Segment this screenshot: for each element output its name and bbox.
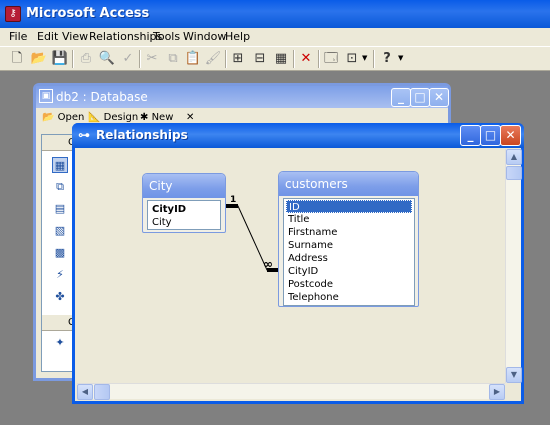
paste-icon[interactable]: 📋 bbox=[184, 50, 202, 68]
minimize-button[interactable]: _ bbox=[460, 125, 481, 146]
menu-view[interactable]: View bbox=[62, 30, 88, 43]
table-city[interactable]: City CityID City bbox=[142, 173, 226, 233]
scroll-down-icon[interactable]: ▼ bbox=[506, 367, 522, 383]
relationships-title: Relationships bbox=[96, 128, 188, 142]
field-item[interactable]: Title bbox=[286, 213, 412, 226]
forms-icon[interactable]: ▤ bbox=[52, 201, 68, 217]
app-titlebar: ⚷ Microsoft Access bbox=[0, 0, 550, 28]
relationship-many-label: ∞ bbox=[263, 257, 273, 271]
delete-icon[interactable]: ✕ bbox=[297, 50, 315, 68]
show-direct-icon[interactable]: ⊟ bbox=[251, 50, 269, 68]
vertical-scrollbar[interactable]: ▲ ▼ bbox=[505, 149, 522, 383]
toolbar-separator bbox=[373, 50, 375, 68]
relationship-one-label: 1 bbox=[230, 195, 237, 205]
toolbar: 🗋 📂 💾 ⎙ 🔍 ✓ ✂ ⧉ 📋 🖌 ⊞ ⊟ ▦ ✕ 🗔 ⊡ ▼ ? ▼ bbox=[0, 46, 550, 71]
new-icon[interactable]: 🗋 bbox=[8, 50, 26, 68]
scroll-up-icon[interactable]: ▲ bbox=[506, 149, 522, 165]
field-list: ID Title Firstname Surname Address CityI… bbox=[283, 198, 415, 306]
reports-icon[interactable]: ▧ bbox=[52, 223, 68, 239]
app-title: Microsoft Access bbox=[26, 6, 150, 21]
scroll-right-icon[interactable]: ▶ bbox=[489, 384, 505, 400]
show-table-icon[interactable]: ⊞ bbox=[229, 50, 247, 68]
table-title[interactable]: City bbox=[143, 174, 225, 198]
database-window-title: db2 : Database bbox=[56, 90, 148, 104]
toolbar-separator bbox=[318, 50, 320, 68]
database-icon: ▣ bbox=[39, 89, 53, 103]
table-customers[interactable]: customers ID Title Firstname Surname Add… bbox=[278, 171, 419, 307]
horizontal-scrollbar[interactable]: ◀ ▶ bbox=[77, 383, 505, 400]
help-dropdown-icon[interactable]: ▼ bbox=[398, 55, 405, 62]
database-window-icon[interactable]: 🗔 bbox=[322, 50, 340, 68]
table-title[interactable]: customers bbox=[279, 172, 418, 196]
vertical-scroll-thumb[interactable] bbox=[506, 166, 522, 180]
menu-edit[interactable]: Edit bbox=[37, 30, 58, 43]
open-button[interactable]: 📂 Open bbox=[42, 112, 84, 123]
menu-window[interactable]: Window bbox=[183, 30, 226, 43]
relationships-canvas[interactable]: 1 ∞ City CityID City customers ID Title … bbox=[77, 149, 503, 383]
access-key-icon[interactable]: ⚷ bbox=[5, 6, 21, 22]
new-object-dropdown-icon[interactable]: ▼ bbox=[362, 55, 369, 62]
design-button[interactable]: 📐 Design bbox=[88, 112, 138, 123]
minimize-button[interactable]: _ bbox=[391, 88, 411, 107]
field-item[interactable]: City bbox=[150, 216, 218, 229]
print-preview-icon[interactable]: 🔍 bbox=[98, 50, 116, 68]
new-object-icon[interactable]: ⊡ bbox=[343, 50, 361, 68]
menubar: File Edit View Relationships Tools Windo… bbox=[0, 28, 550, 46]
field-item[interactable]: Firstname bbox=[286, 226, 412, 239]
new-button[interactable]: ✱ New bbox=[140, 112, 173, 123]
close-button[interactable]: ✕ bbox=[429, 88, 449, 107]
open-icon[interactable]: 📂 bbox=[30, 50, 48, 68]
toolbar-separator bbox=[72, 50, 74, 68]
field-item[interactable]: Telephone bbox=[286, 291, 412, 304]
save-icon[interactable]: 💾 bbox=[51, 50, 69, 68]
pages-icon[interactable]: ▩ bbox=[52, 245, 68, 261]
menu-tools[interactable]: Tools bbox=[153, 30, 180, 43]
field-item[interactable]: Surname bbox=[286, 239, 412, 252]
horizontal-scroll-thumb[interactable] bbox=[94, 384, 110, 400]
toolbar-separator bbox=[225, 50, 227, 68]
field-item[interactable]: CityID bbox=[286, 265, 412, 278]
field-item[interactable]: Postcode bbox=[286, 278, 412, 291]
menu-help[interactable]: Help bbox=[225, 30, 250, 43]
show-all-icon[interactable]: ▦ bbox=[272, 50, 290, 68]
toolbar-separator bbox=[293, 50, 295, 68]
scrollbar-corner bbox=[505, 383, 521, 399]
macros-icon[interactable]: ⚡ bbox=[52, 267, 68, 283]
print-icon[interactable]: ⎙ bbox=[77, 50, 95, 68]
field-item[interactable]: ID bbox=[286, 200, 412, 213]
cut-icon[interactable]: ✂ bbox=[143, 50, 161, 68]
relationships-icon: ⊶ bbox=[78, 128, 90, 142]
field-list: CityID City bbox=[147, 200, 221, 230]
spelling-icon[interactable]: ✓ bbox=[119, 50, 137, 68]
tables-icon[interactable]: ▦ bbox=[52, 157, 68, 173]
copy-icon[interactable]: ⧉ bbox=[164, 50, 182, 68]
queries-icon[interactable]: ⧉ bbox=[52, 179, 68, 195]
field-item[interactable]: CityID bbox=[150, 203, 218, 216]
delete-icon[interactable]: ✕ bbox=[186, 112, 194, 123]
database-window-titlebar[interactable]: ▣ db2 : Database _ □ ✕ bbox=[36, 86, 449, 108]
close-button[interactable]: ✕ bbox=[500, 125, 521, 146]
toolbar-separator bbox=[139, 50, 141, 68]
modules-icon[interactable]: ✤ bbox=[52, 289, 68, 305]
menu-relationships[interactable]: Relationships bbox=[89, 30, 162, 43]
field-item[interactable]: Address bbox=[286, 252, 412, 265]
help-icon[interactable]: ? bbox=[378, 50, 396, 68]
format-painter-icon[interactable]: 🖌 bbox=[204, 50, 222, 68]
scroll-left-icon[interactable]: ◀ bbox=[77, 384, 93, 400]
relationships-window[interactable]: ⊶ Relationships _ □ ✕ 1 ∞ City CityID Ci… bbox=[72, 123, 524, 404]
groups-favorites-icon[interactable]: ✦ bbox=[52, 335, 68, 351]
maximize-button[interactable]: □ bbox=[480, 125, 501, 146]
relationships-titlebar[interactable]: ⊶ Relationships _ □ ✕ bbox=[72, 123, 524, 148]
menu-file[interactable]: File bbox=[9, 30, 27, 43]
maximize-button[interactable]: □ bbox=[410, 88, 430, 107]
